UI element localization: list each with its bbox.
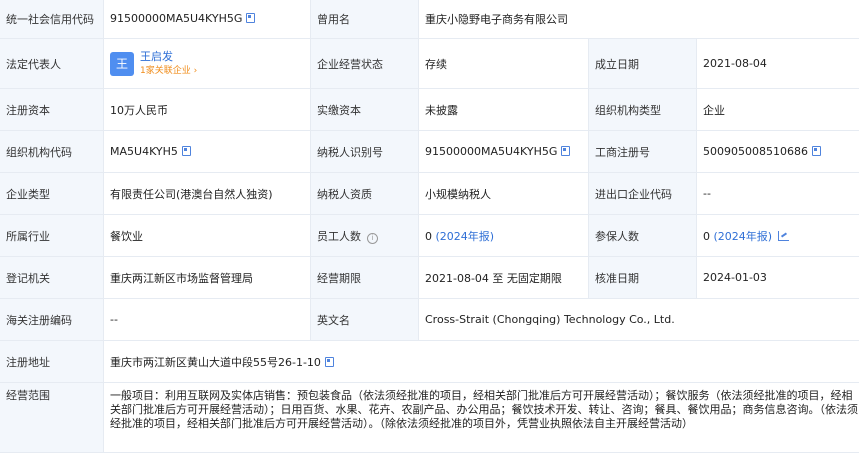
copy-icon[interactable] bbox=[182, 146, 191, 156]
address-cell: 重庆市两江新区黄山大道中段55号26-1-10 bbox=[104, 341, 859, 383]
paid-capital-label: 实缴资本 bbox=[311, 89, 419, 131]
table-row: 统一社会信用代码 91500000MA5U4KYH5G 曾用名 重庆小隐野电子商… bbox=[0, 0, 859, 39]
copy-icon[interactable] bbox=[561, 146, 570, 156]
insured-label: 参保人数 bbox=[589, 215, 697, 257]
legal-rep-label: 法定代表人 bbox=[0, 39, 104, 89]
customs-code-value: -- bbox=[104, 299, 311, 341]
industry-label: 所属行业 bbox=[0, 215, 104, 257]
table-row: 所属行业 餐饮业 员工人数 i 0 (2024年报) 参保人数 0 (2024年报… bbox=[0, 215, 859, 257]
table-row: 海关注册编码 -- 英文名 Cross-Strait (Chongqing) T… bbox=[0, 299, 859, 341]
employees-label-cell: 员工人数 i bbox=[311, 215, 419, 257]
address-label: 注册地址 bbox=[0, 341, 104, 383]
employees-report-link[interactable]: (2024年报) bbox=[436, 230, 495, 243]
approval-date-label: 核准日期 bbox=[589, 257, 697, 299]
reg-capital-label: 注册资本 bbox=[0, 89, 104, 131]
org-code-value: MA5U4KYH5 bbox=[110, 145, 178, 158]
import-export-label: 进出口企业代码 bbox=[589, 173, 697, 215]
legal-rep-name-link[interactable]: 王启发 bbox=[140, 50, 173, 63]
english-name-label: 英文名 bbox=[311, 299, 419, 341]
former-name-label: 曾用名 bbox=[311, 0, 419, 39]
biz-reg-no-value: 500905008510686 bbox=[703, 145, 808, 158]
table-row: 组织机构代码 MA5U4KYH5 纳税人识别号 91500000MA5U4KYH… bbox=[0, 131, 859, 173]
credit-code-cell: 91500000MA5U4KYH5G bbox=[104, 0, 311, 39]
org-type-value: 企业 bbox=[697, 89, 859, 131]
english-name-value: Cross-Strait (Chongqing) Technology Co.,… bbox=[419, 299, 859, 341]
company-type-value: 有限责任公司(港澳台自然人独资) bbox=[104, 173, 311, 215]
org-type-label: 组织机构类型 bbox=[589, 89, 697, 131]
biz-reg-no-label: 工商注册号 bbox=[589, 131, 697, 173]
trend-chart-icon[interactable] bbox=[778, 231, 789, 241]
legal-rep-info: 王启发 1家关联企业 › bbox=[140, 50, 197, 78]
table-row: 法定代表人 王王启发 1家关联企业 › 企业经营状态 存续 成立日期 2021-0… bbox=[0, 39, 859, 89]
employees-value: 0 bbox=[425, 230, 432, 243]
table-row: 企业类型 有限责任公司(港澳台自然人独资) 纳税人资质 小规模纳税人 进出口企业… bbox=[0, 173, 859, 215]
authority-value: 重庆两江新区市场监督管理局 bbox=[104, 257, 311, 299]
former-name-value: 重庆小隐野电子商务有限公司 bbox=[419, 0, 859, 39]
insured-cell: 0 (2024年报) bbox=[697, 215, 859, 257]
taxpayer-id-label: 纳税人识别号 bbox=[311, 131, 419, 173]
authority-label: 登记机关 bbox=[0, 257, 104, 299]
taxpayer-qual-label: 纳税人资质 bbox=[311, 173, 419, 215]
org-code-cell: MA5U4KYH5 bbox=[104, 131, 311, 173]
founded-label: 成立日期 bbox=[589, 39, 697, 89]
credit-code-label: 统一社会信用代码 bbox=[0, 0, 104, 39]
taxpayer-id-value: 91500000MA5U4KYH5G bbox=[425, 145, 557, 158]
term-value: 2021-08-04 至 无固定期限 bbox=[419, 257, 589, 299]
table-row: 注册资本 10万人民币 实缴资本 未披露 组织机构类型 企业 bbox=[0, 89, 859, 131]
taxpayer-qual-value: 小规模纳税人 bbox=[419, 173, 589, 215]
credit-code-value: 91500000MA5U4KYH5G bbox=[110, 12, 242, 25]
reg-capital-value: 10万人民币 bbox=[104, 89, 311, 131]
insured-value: 0 bbox=[703, 230, 710, 243]
copy-icon[interactable] bbox=[246, 13, 255, 23]
founded-value: 2021-08-04 bbox=[697, 39, 859, 89]
industry-value: 餐饮业 bbox=[104, 215, 311, 257]
scope-value: 一般项目：利用互联网及实体店销售：预包装食品（依法须经批准的项目，经相关部门批准… bbox=[104, 383, 859, 453]
related-companies-link[interactable]: 1家关联企业 › bbox=[140, 66, 197, 76]
company-type-label: 企业类型 bbox=[0, 173, 104, 215]
table-row: 经营范围 一般项目：利用互联网及实体店销售：预包装食品（依法须经批准的项目，经相… bbox=[0, 383, 859, 453]
approval-date-value: 2024-01-03 bbox=[697, 257, 859, 299]
employees-cell: 0 (2024年报) bbox=[419, 215, 589, 257]
address-value: 重庆市两江新区黄山大道中段55号26-1-10 bbox=[110, 356, 321, 369]
legal-rep-cell: 王王启发 1家关联企业 › bbox=[104, 39, 311, 89]
business-info-table: 统一社会信用代码 91500000MA5U4KYH5G 曾用名 重庆小隐野电子商… bbox=[0, 0, 859, 453]
copy-icon[interactable] bbox=[325, 357, 334, 367]
biz-reg-no-cell: 500905008510686 bbox=[697, 131, 859, 173]
info-icon[interactable]: i bbox=[367, 233, 378, 244]
insured-report-link[interactable]: (2024年报) bbox=[714, 230, 773, 243]
org-code-label: 组织机构代码 bbox=[0, 131, 104, 173]
customs-code-label: 海关注册编码 bbox=[0, 299, 104, 341]
term-label: 经营期限 bbox=[311, 257, 419, 299]
status-value: 存续 bbox=[419, 39, 589, 89]
employees-label: 员工人数 bbox=[317, 230, 361, 243]
table-row: 登记机关 重庆两江新区市场监督管理局 经营期限 2021-08-04 至 无固定… bbox=[0, 257, 859, 299]
copy-icon[interactable] bbox=[812, 146, 821, 156]
scope-label: 经营范围 bbox=[0, 383, 104, 453]
avatar[interactable]: 王 bbox=[110, 52, 134, 76]
table-row: 注册地址 重庆市两江新区黄山大道中段55号26-1-10 bbox=[0, 341, 859, 383]
status-label: 企业经营状态 bbox=[311, 39, 419, 89]
paid-capital-value: 未披露 bbox=[419, 89, 589, 131]
taxpayer-id-cell: 91500000MA5U4KYH5G bbox=[419, 131, 589, 173]
import-export-value: -- bbox=[697, 173, 859, 215]
